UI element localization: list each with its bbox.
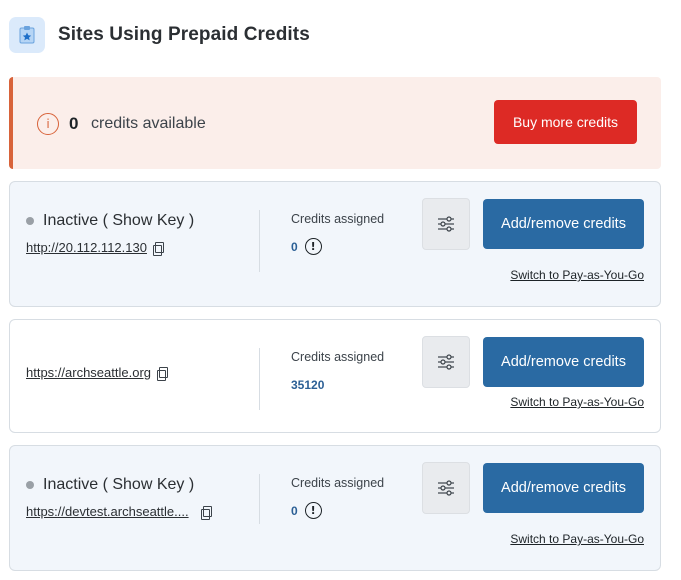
divider [259, 210, 260, 272]
buy-more-credits-button[interactable]: Buy more credits [494, 100, 637, 144]
credits-assigned-label: Credits assigned [291, 350, 385, 364]
switch-pay-as-you-go-link[interactable]: Switch to Pay-as-You-Go [510, 395, 644, 409]
credits-assigned-number: 35120 [291, 378, 325, 392]
star-clipboard-icon [9, 17, 45, 53]
site-status[interactable]: Inactive ( Show Key ) [26, 212, 194, 230]
credits-assigned-value: 35120 [291, 378, 324, 392]
site-url-link[interactable]: https://devtest.archseattle.... [26, 504, 189, 519]
site-card: Inactive ( Show Key ) http://20.112.112.… [9, 181, 661, 307]
exclamation-icon[interactable]: ! [304, 502, 322, 519]
status-dot-icon [26, 481, 34, 489]
site-status-label[interactable]: Inactive ( Show Key ) [43, 212, 194, 230]
add-remove-credits-button[interactable]: Add/remove credits [483, 199, 644, 249]
exclamation-icon[interactable]: ! [304, 238, 322, 255]
copy-icon[interactable] [200, 505, 212, 520]
divider [259, 474, 260, 524]
credits-assigned-number: 0 [291, 503, 298, 518]
site-card: https://archseattle.org Credits assigned… [9, 319, 661, 433]
add-remove-credits-button[interactable]: Add/remove credits [483, 463, 644, 513]
site-url-link[interactable]: https://archseattle.org [26, 365, 151, 380]
credits-assigned-value: 0 ! [291, 238, 322, 255]
credits-banner: i 0 credits available Buy more credits [9, 77, 661, 169]
site-url-row: https://archseattle.org [26, 365, 169, 381]
site-url-link[interactable]: http://20.112.112.130 [26, 240, 147, 255]
sliders-icon [438, 480, 454, 496]
site-card: Inactive ( Show Key ) https://devtest.ar… [9, 445, 661, 571]
switch-pay-as-you-go-link[interactable]: Switch to Pay-as-You-Go [510, 532, 644, 546]
sliders-icon [438, 354, 454, 370]
switch-pay-as-you-go-link[interactable]: Switch to Pay-as-You-Go [510, 268, 644, 282]
credits-available-label: credits available [91, 115, 206, 132]
site-url-row: http://20.112.112.130 [26, 240, 164, 256]
settings-button[interactable] [422, 198, 470, 250]
settings-button[interactable] [422, 336, 470, 388]
copy-icon[interactable] [152, 241, 164, 256]
info-icon: i [37, 113, 59, 135]
credits-assigned-label: Credits assigned [291, 212, 385, 226]
copy-icon[interactable] [157, 366, 169, 381]
settings-button[interactable] [422, 462, 470, 514]
page-header: Sites Using Prepaid Credits [9, 16, 310, 54]
credits-assigned-label: Credits assigned [291, 476, 385, 490]
site-url-row: https://devtest.archseattle.... [26, 504, 212, 520]
site-status-label[interactable]: Inactive ( Show Key ) [43, 476, 194, 494]
sliders-icon [438, 216, 454, 232]
add-remove-credits-button[interactable]: Add/remove credits [483, 337, 644, 387]
credits-available-count: 0 [69, 114, 79, 133]
site-status[interactable]: Inactive ( Show Key ) [26, 476, 194, 494]
credits-assigned-value: 0 ! [291, 502, 322, 519]
divider [259, 348, 260, 410]
status-dot-icon [26, 217, 34, 225]
page-title: Sites Using Prepaid Credits [58, 24, 310, 45]
credits-assigned-number: 0 [291, 239, 298, 254]
